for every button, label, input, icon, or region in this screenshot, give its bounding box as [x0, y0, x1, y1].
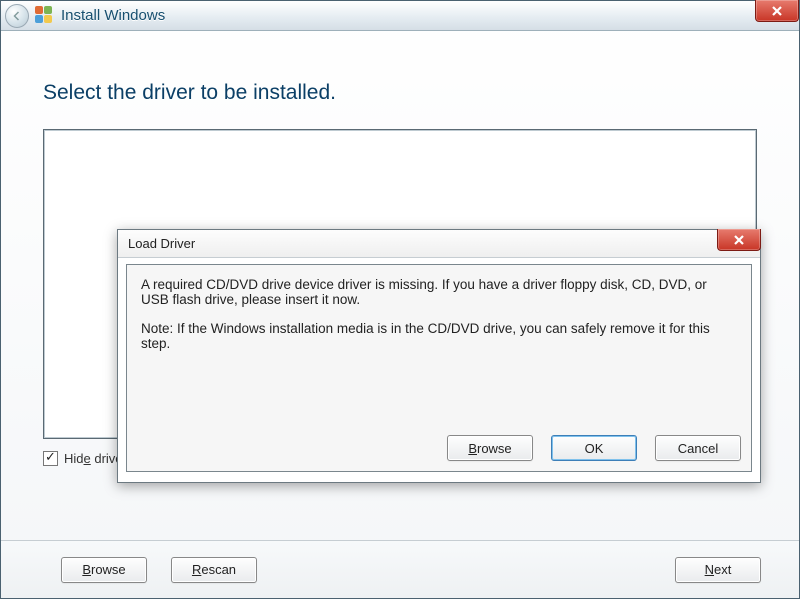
- dialog-browse-button[interactable]: Browse: [447, 435, 533, 461]
- dialog-titlebar: Load Driver: [118, 230, 760, 258]
- browse-button[interactable]: Browse: [61, 557, 147, 583]
- dialog-cancel-button[interactable]: Cancel: [655, 435, 741, 461]
- installer-window: Install Windows Select the driver to be …: [0, 0, 800, 599]
- titlebar: Install Windows: [1, 1, 799, 31]
- dialog-ok-button[interactable]: OK: [551, 435, 637, 461]
- page-heading: Select the driver to be installed.: [43, 81, 757, 105]
- dialog-message-2: Note: If the Windows installation media …: [141, 321, 737, 351]
- window-title: Install Windows: [61, 7, 165, 24]
- dialog-title: Load Driver: [128, 236, 195, 251]
- close-icon: [771, 5, 783, 17]
- rescan-button[interactable]: Rescan: [171, 557, 257, 583]
- close-icon: [733, 234, 745, 246]
- next-button[interactable]: Next: [675, 557, 761, 583]
- dialog-message-1: A required CD/DVD drive device driver is…: [141, 277, 737, 307]
- wizard-footer: Browse Rescan Next: [1, 540, 799, 598]
- window-close-button[interactable]: [755, 0, 799, 22]
- load-driver-dialog: Load Driver A required CD/DVD drive devi…: [117, 229, 761, 483]
- back-arrow-icon: [11, 10, 23, 22]
- dialog-close-button[interactable]: [717, 229, 761, 251]
- back-button[interactable]: [5, 4, 29, 28]
- windows-flag-icon: [35, 6, 55, 26]
- dialog-buttons: Browse OK Cancel: [447, 435, 741, 461]
- dialog-body: A required CD/DVD drive device driver is…: [126, 264, 752, 472]
- hide-drivers-checkbox[interactable]: [43, 451, 58, 466]
